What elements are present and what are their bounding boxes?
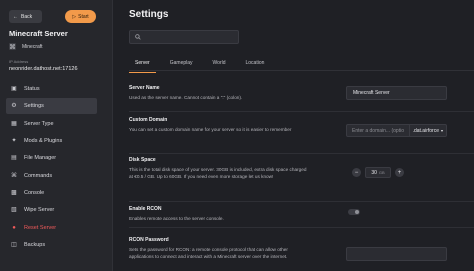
setting-rcon-password: RCON Password Sets the password for RCON…	[129, 237, 474, 271]
increment-button[interactable]: +	[395, 168, 404, 177]
domain-suffix: .dat.airforce	[412, 127, 439, 134]
setting-desc: Enables remote access to the server cons…	[129, 216, 224, 221]
console-icon: ▩	[11, 190, 17, 197]
sidebar-item-label: Wipe Server	[24, 207, 55, 214]
back-button[interactable]: ← Back	[9, 10, 42, 23]
commands-icon: ⌘	[11, 172, 17, 179]
rcon-password-input[interactable]	[346, 247, 447, 261]
arrow-left-icon: ←	[13, 13, 18, 20]
setting-custom-domain: Custom Domain You can set a custom domai…	[129, 117, 474, 154]
setting-title: Server Name	[129, 85, 160, 91]
sidebar-item-console[interactable]: ▩ Console	[6, 185, 97, 201]
sidebar-item-reset-server[interactable]: ● Reset Server	[6, 220, 97, 236]
sidebar-item-label: Reset Server	[24, 224, 57, 231]
start-button[interactable]: ▷ Start	[65, 10, 96, 23]
disk-space-unit: GB	[378, 170, 385, 175]
back-label: Back	[21, 13, 33, 20]
sidebar-item-mods-plugins[interactable]: ✦ Mods & Plugins	[6, 133, 97, 149]
gear-icon: ⚙	[11, 103, 17, 110]
server-title: Minecraft Server	[9, 29, 68, 38]
ip-address[interactable]: neonrider.dathost.net:17126	[9, 66, 78, 72]
sidebar-item-label: Backups	[24, 242, 46, 249]
decrement-button[interactable]: −	[352, 168, 361, 177]
server-name-value: Minecraft Server	[353, 90, 390, 96]
sidebar-item-label: Status	[24, 85, 40, 92]
disk-space-value-field[interactable]: 30 GB	[365, 167, 391, 178]
server-type-icon: ▦	[11, 120, 17, 127]
server-name-input[interactable]: Minecraft Server	[346, 86, 447, 100]
sidebar-item-status[interactable]: ▣ Status	[6, 81, 97, 97]
backup-icon: ◫	[11, 242, 17, 249]
custom-domain-field[interactable]: Enter a domain... (optio .dat.airforce ▾	[346, 124, 447, 137]
custom-domain-input[interactable]: Enter a domain... (optio	[347, 128, 409, 134]
setting-title: RCON Password	[129, 237, 169, 243]
setting-desc: Used as the server name. Cannot contain …	[129, 95, 243, 100]
setting-enable-rcon: Enable RCON Enables remote access to the…	[129, 206, 474, 228]
sidebar-item-commands[interactable]: ⌘ Commands	[6, 168, 97, 184]
setting-desc: This is the total disk space of your ser…	[129, 167, 307, 179]
setting-server-name: Server Name Used as the server name. Can…	[129, 85, 474, 112]
disk-space-value: 30	[371, 169, 377, 176]
game-name: Minecraft	[22, 43, 43, 50]
sidebar: ← Back ▷ Start Minecraft Server Minecraf…	[0, 0, 113, 271]
sidebar-item-settings[interactable]: ⚙ Settings	[6, 98, 97, 114]
search-input[interactable]	[144, 34, 234, 40]
ip-label: IP Address	[9, 59, 29, 64]
minecraft-icon	[9, 43, 16, 50]
sidebar-item-label: Console	[24, 190, 45, 197]
setting-disk-space: Disk Space This is the total disk space …	[129, 157, 474, 202]
sidebar-item-label: Server Type	[24, 120, 54, 127]
domain-suffix-select[interactable]: .dat.airforce ▾	[408, 125, 446, 136]
sidebar-item-file-manager[interactable]: ▤ File Manager	[6, 151, 97, 167]
tabs-divider	[129, 70, 474, 71]
setting-title: Custom Domain	[129, 117, 168, 123]
sidebar-nav: ▣ Status ⚙ Settings ▦ Server Type ✦ Mods…	[6, 81, 97, 255]
sidebar-item-backups[interactable]: ◫ Backups	[6, 238, 97, 254]
disk-space-stepper: − 30 GB +	[352, 167, 404, 178]
start-label: Start	[78, 13, 89, 20]
server-game: Minecraft	[9, 43, 43, 50]
status-icon: ▣	[11, 85, 17, 92]
setting-title: Enable RCON	[129, 206, 162, 212]
sidebar-item-label: File Manager	[24, 155, 57, 162]
rcon-toggle[interactable]	[348, 209, 360, 215]
setting-title: Disk Space	[129, 157, 156, 163]
chevron-down-icon: ▾	[440, 128, 443, 133]
sidebar-item-server-type[interactable]: ▦ Server Type	[6, 116, 97, 132]
play-icon: ▷	[72, 13, 77, 20]
search-icon	[135, 34, 141, 40]
sidebar-item-label: Settings	[24, 103, 44, 110]
search-box[interactable]	[129, 30, 239, 44]
file-icon: ▤	[11, 155, 17, 162]
setting-desc: Sets the password for RCON: a remote con…	[129, 247, 288, 259]
sidebar-item-label: Mods & Plugins	[24, 137, 63, 144]
page-title: Settings	[129, 9, 169, 20]
puzzle-icon: ✦	[11, 137, 17, 144]
sidebar-item-wipe-server[interactable]: ▧ Wipe Server	[6, 203, 97, 219]
sidebar-item-label: Commands	[24, 172, 53, 179]
reset-icon: ●	[12, 224, 16, 231]
setting-desc: You can set a custom domain name for you…	[129, 127, 292, 132]
main-content: Settings Server Gameplay World Location …	[114, 0, 474, 271]
wipe-icon: ▧	[11, 207, 17, 214]
